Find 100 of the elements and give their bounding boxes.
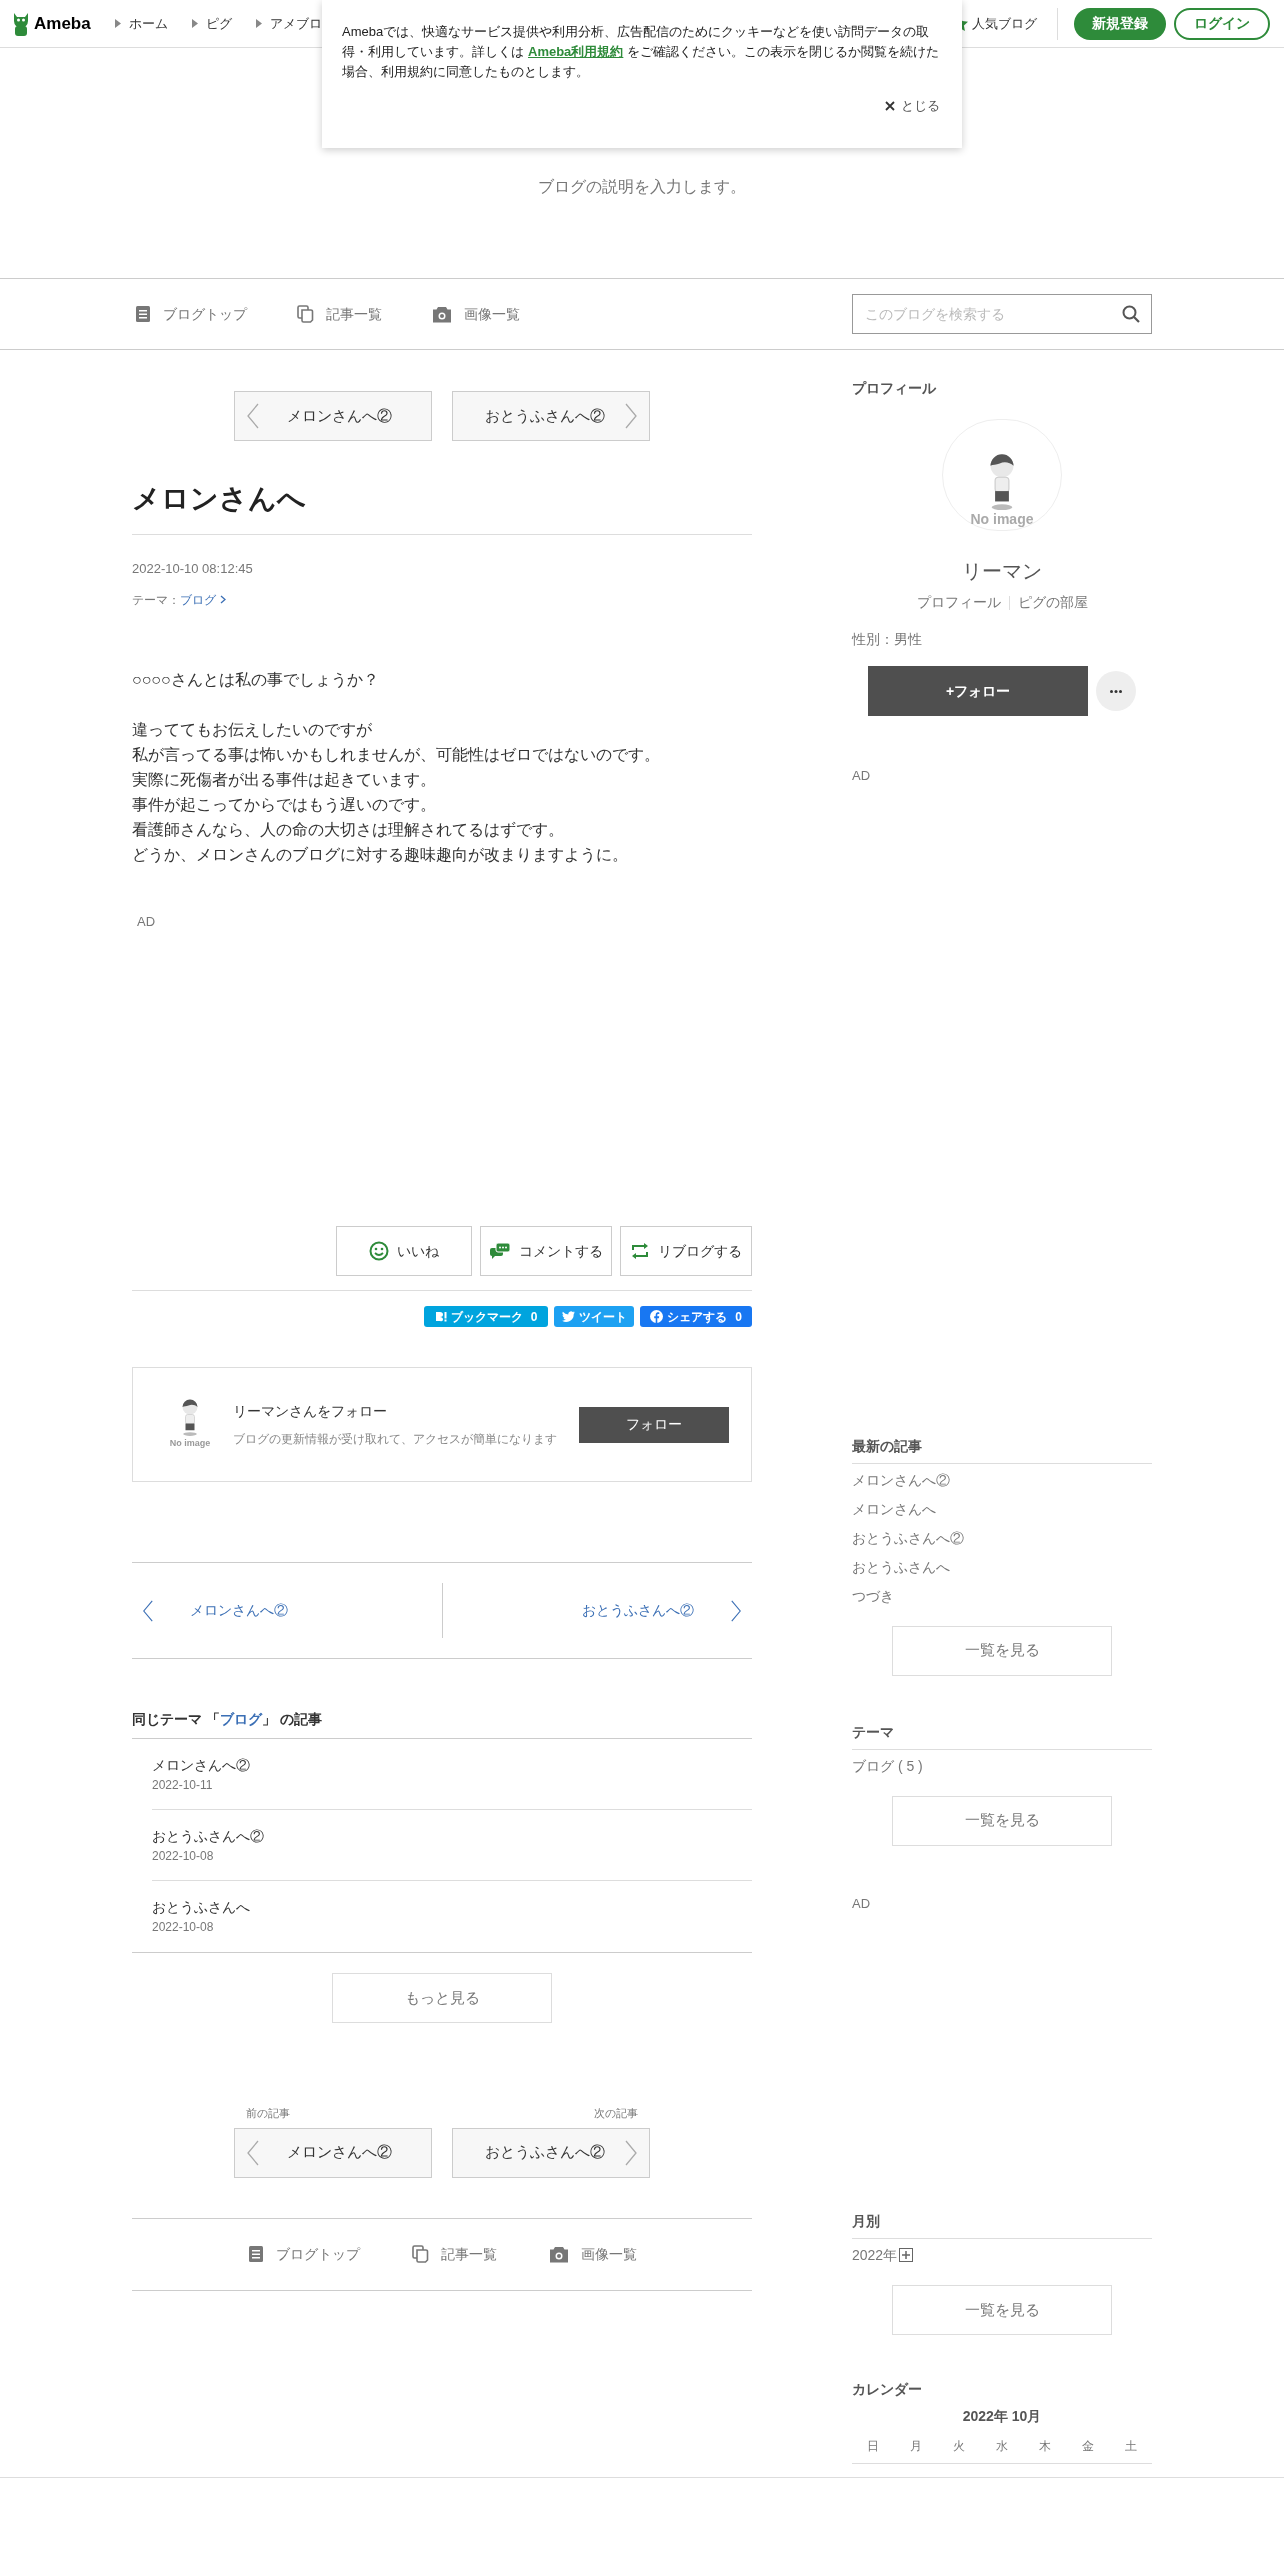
follow-title: リーマンさんをフォロー: [233, 1402, 388, 1421]
related-article-link[interactable]: おとうふさんへ: [152, 1897, 752, 1918]
related-heading: 同じテーマ 「ブログ」 の記事: [132, 1709, 752, 1739]
latest-article-link[interactable]: おとうふさんへ: [852, 1556, 950, 1577]
close-icon: [885, 100, 895, 111]
theme-link[interactable]: ブログ: [180, 590, 226, 609]
bookmark-mark-icon: [434, 1311, 447, 1322]
repeat-icon: [630, 1242, 650, 1260]
ellipsis-icon: [1110, 689, 1122, 693]
blog-nav-link[interactable]: 記事一覧: [411, 2243, 497, 2265]
facebook-icon: [650, 1310, 664, 1323]
weekday-label: 日: [866, 2438, 881, 2455]
previous-article-link[interactable]: メロンさんへ②: [234, 391, 432, 441]
copy-icon: [411, 2245, 429, 2263]
share-button[interactable]: シェアする 0: [640, 1306, 752, 1327]
view-all-button[interactable]: 一覧を見る: [892, 1795, 1112, 1846]
triangle-right-icon: [191, 19, 198, 28]
document-icon: [135, 305, 151, 323]
action-button[interactable]: リブログする: [620, 1226, 752, 1276]
blog-nav-link[interactable]: ブログトップ: [135, 303, 247, 325]
popular-blogs-link[interactable]: 人気ブログ: [972, 13, 1037, 34]
close-button[interactable]: とじる: [885, 96, 940, 116]
breadcrumb-link[interactable]: ピグ: [205, 13, 232, 34]
ad-label: AD: [852, 1894, 872, 1913]
calendar-month: 2022年 10月: [962, 2407, 1042, 2426]
chevron-left-icon: [247, 403, 259, 429]
login-button[interactable]: ログイン: [1174, 7, 1270, 40]
chevron-left-icon: [142, 1599, 154, 1622]
breadcrumb-link[interactable]: ホーム: [128, 13, 168, 34]
copy-icon: [297, 305, 314, 323]
chevron-left-icon: [247, 2139, 259, 2166]
profile-link[interactable]: ピグの部屋: [1017, 592, 1088, 613]
signup-button[interactable]: 新規登録: [1074, 7, 1166, 40]
article-title: メロンさんへ: [132, 478, 752, 535]
camera-icon: [548, 2245, 569, 2263]
weekday-label: 水: [995, 2438, 1009, 2455]
latest-article-link[interactable]: つづき: [852, 1585, 894, 1606]
weekday-label: 木: [1037, 2438, 1052, 2455]
ad-label: AD: [137, 912, 157, 931]
latest-article-link[interactable]: おとうふさんへ②: [852, 1527, 964, 1548]
triangle-right-icon: [114, 19, 121, 28]
triangle-right-icon: [255, 19, 262, 28]
view-all-button[interactable]: 一覧を見る: [892, 2285, 1112, 2335]
previous-label: 前の記事: [246, 2106, 290, 2121]
smiley-icon: [369, 1241, 389, 1261]
weekday-label: 月: [909, 2438, 924, 2455]
section-heading: 月別: [852, 2211, 1152, 2239]
blog-nav-link[interactable]: 記事一覧: [297, 303, 382, 325]
follow-button[interactable]: フォロー: [579, 1406, 729, 1443]
next-article-link[interactable]: おとうふさんへ②: [452, 2127, 650, 2178]
ad-label: AD: [852, 767, 872, 785]
plus-box-icon[interactable]: [899, 2248, 914, 2262]
article-body: ○○○○さんとは私の事でしょうか？ 違っててもお伝えしたいのですが 私が言ってる事は怖いかもしれませんが、可能性はゼロではないのです。 実際に死傷者が出る事件は起きています。 事件が起こってからではもう遅いのです。 看護師さんなら、人の命の大切さは理解されてるはずです。 どうか、メロンさんのブログに対する趣味趣向が改まりますように。: [132, 669, 661, 865]
related-article-date: 2022-10-08: [152, 1847, 215, 1865]
share-button[interactable]: ブックマーク 0: [424, 1306, 548, 1327]
blog-nav-link[interactable]: 画像一覧: [432, 303, 520, 325]
section-heading: テーマ: [852, 1721, 1152, 1750]
action-button[interactable]: コメントする: [480, 1226, 612, 1276]
document-icon: [247, 2245, 264, 2263]
related-article-link[interactable]: メロンさんへ②: [152, 1754, 752, 1776]
speech-bubbles-icon: [489, 1242, 511, 1260]
previous-article-link[interactable]: メロンさんへ②: [132, 1599, 442, 1622]
chevron-right-icon: [625, 403, 637, 429]
cookie-notice: Amebaでは、快適なサービス提供や利用分析、広告配信のためにクッキーなどを使い訪問データの取得・利用しています。詳しくは Ameba利用規約 をご確認ください。この表示を閉じるか閲覧を続けた場合、利用規約に同意したものとします。: [342, 23, 941, 81]
follow-description: ブログの更新情報が受け取れて、アクセスが簡単になります: [233, 1431, 557, 1448]
month-link[interactable]: 2022年: [852, 2245, 898, 2265]
search-icon[interactable]: [1122, 305, 1140, 323]
chevron-right-icon: [220, 595, 226, 604]
profile-link[interactable]: プロフィール: [916, 592, 1001, 613]
next-label: 次の記事: [594, 2106, 638, 2121]
latest-article-link[interactable]: メロンさんへ②: [852, 1469, 950, 1490]
logo-text[interactable]: Ameba: [34, 10, 91, 37]
search-field[interactable]: このブログを検索する: [852, 294, 1152, 334]
weekday-label: 土: [1123, 2438, 1138, 2455]
chevron-right-icon: [625, 2139, 637, 2166]
blog-nav-link[interactable]: ブログトップ: [247, 2243, 360, 2265]
terms-link[interactable]: Ameba利用規約: [528, 44, 624, 59]
share-button[interactable]: ツイート: [554, 1306, 634, 1327]
view-all-button[interactable]: 一覧を見る: [892, 1625, 1112, 1676]
theme-link[interactable]: ブログ ( 5 ): [852, 1755, 923, 1776]
more-button[interactable]: もっと見る: [332, 1973, 552, 2023]
action-button[interactable]: いいね: [336, 1226, 472, 1276]
article-date: 2022-10-10 08:12:45: [132, 560, 254, 578]
blog-description: ブログの説明を入力します。: [538, 177, 746, 197]
follow-button[interactable]: +フォロー: [868, 666, 1088, 716]
breadcrumb-link[interactable]: アメブロ: [269, 13, 322, 34]
gender-text: 性別：男性: [852, 630, 923, 649]
section-heading: カレンダー: [852, 2380, 923, 2399]
related-article-date: 2022-10-11: [152, 1776, 214, 1794]
no-image-label: No image: [970, 512, 1034, 526]
blog-nav-link[interactable]: 画像一覧: [548, 2243, 637, 2265]
theme-label: テーマ：: [132, 591, 180, 609]
next-article-link[interactable]: おとうふさんへ②: [452, 391, 650, 441]
latest-article-link[interactable]: メロンさんへ: [852, 1498, 936, 1519]
profile-name: リーマン: [962, 559, 1042, 584]
no-image-label: No image: [169, 1437, 211, 1451]
related-article-link[interactable]: おとうふさんへ②: [152, 1825, 752, 1847]
section-heading: プロフィール: [852, 379, 937, 398]
previous-article-link[interactable]: メロンさんへ②: [234, 2127, 432, 2178]
next-article-link[interactable]: おとうふさんへ②: [442, 1599, 752, 1622]
